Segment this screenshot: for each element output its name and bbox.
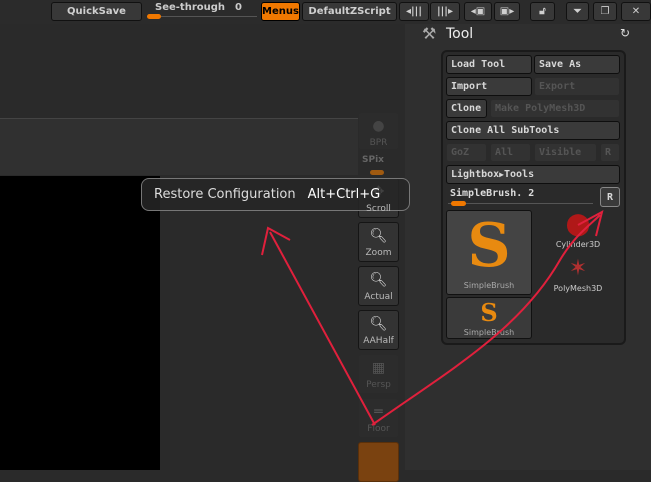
scroll-label: Scroll <box>366 204 391 214</box>
annotation-arrows <box>261 210 604 426</box>
arrow-to-tool <box>371 210 604 426</box>
arrow-to-tooltip <box>261 226 376 426</box>
